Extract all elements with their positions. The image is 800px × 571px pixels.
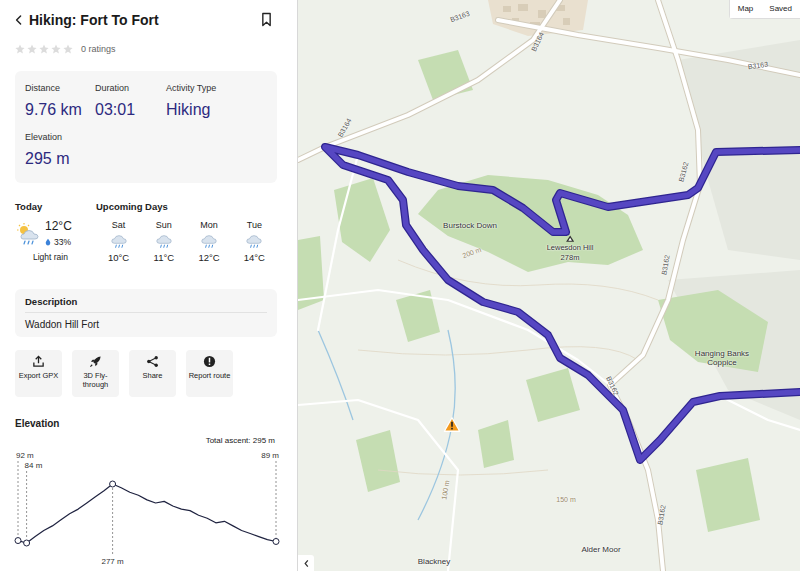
forecast-day: Tue 14°C [232,219,277,264]
stat: Elevation 295 m [25,132,95,169]
rain-cloud-icon [200,234,218,249]
today-temperature: 12°C [45,219,72,234]
export-icon [32,355,45,368]
rain-cloud-icon [245,234,263,249]
day-name: Tue [247,219,262,231]
star-icon[interactable] [39,44,49,54]
sun-cloud-rain-icon [15,222,41,246]
stat-label: Duration [95,83,166,94]
action-button[interactable]: Report route [186,350,233,397]
star-icon[interactable] [51,44,61,54]
upcoming-label: Upcoming Days [96,201,277,213]
stat-value: 9.76 km [25,100,95,120]
bookmark-icon[interactable] [261,12,272,27]
report-icon [203,355,216,368]
elevation-label: 92 m [16,451,34,460]
day-name: Sat [112,219,126,231]
action-label: Export GPX [19,371,59,380]
today-label: Today [15,201,96,213]
action-button[interactable]: 3D Fly-through [72,350,119,397]
day-temperature: 14°C [244,252,265,264]
stat-value: Hiking [166,100,267,120]
elevation-label: 277 m [101,557,124,566]
map-label: Alder Moor [581,545,620,554]
route-title: Hiking: Fort To Fort [29,12,255,28]
map-label: 278m [561,254,580,263]
stat: Activity Type Hiking [166,83,267,120]
weather-today: Today 12°C 33% Light rain [15,201,96,277]
day-temperature: 10°C [108,252,129,264]
map-label: Blackney [418,557,450,566]
day-name: Mon [200,219,218,231]
map-label: Lewesdon Hill [547,244,594,253]
elevation-line [18,484,276,543]
star-icon[interactable] [15,44,25,54]
map-label: 150 m [556,496,575,504]
share-icon [146,355,159,368]
forecast-day: Mon 12°C [187,219,232,264]
star-icon[interactable] [27,44,37,54]
day-temperature: 12°C [199,252,220,264]
stats-card: Distance 9.76 kmDuration 03:01Activity Typ… [15,71,277,183]
forecast-day: Sat 10°C [96,219,141,264]
route-line [325,147,800,460]
weather: Today 12°C 33% Light rain Upcoming Days Sat 10… [15,201,277,277]
route-details-panel: Hiking: Fort To Fort 0 ratings Distance 9.7… [0,0,298,571]
action-label: Share [142,371,162,380]
day-temperature: 11°C [154,252,175,264]
rain-cloud-icon [155,234,173,249]
elevation-marker: 84 m [24,461,43,546]
peak-icon [565,235,574,243]
elevation-label: 89 m [261,451,279,460]
map-control-button[interactable]: Map [730,0,762,18]
map-canvas[interactable] [298,0,800,571]
stat-label: Distance [25,83,95,94]
rocket-icon [89,355,102,368]
stat-value: 03:01 [95,100,166,120]
weather-condition: Light rain [15,252,96,262]
stat-label: Activity Type [166,83,267,94]
elevation-section: Elevation Total ascent: 295 m 92 m84 m 277 … [15,417,277,571]
stat-label: Elevation [25,132,95,143]
elevation-label: 84 m [25,461,43,470]
map-control-button[interactable]: Saved [761,0,800,18]
stat-value: 295 m [25,149,95,169]
back-arrow-icon[interactable] [15,14,23,26]
warning-icon[interactable] [443,416,461,433]
raindrop-icon [45,238,51,246]
elevation-marker: 89 m [261,451,279,544]
description-text: Waddon Hill Fort [25,313,267,331]
map-controls: MapSaved [729,0,800,19]
elevation-marker: 277 m [101,481,124,566]
map-label: Burstock Down [443,221,497,230]
map[interactable]: B3163 B3164 B3163 B3164 B3162 B3162 B316… [298,0,800,571]
app-root: Hiking: Fort To Fort 0 ratings Distance 9.7… [0,0,800,571]
action-button[interactable]: Export GPX [15,350,62,397]
elevation-chart: 92 m84 m 277 m 89 m [12,446,280,571]
action-label: Report route [189,371,231,380]
description-card: DescriptionWaddon Hill Fort [15,289,277,337]
collapse-panel-button[interactable] [298,555,314,571]
action-label: 3D Fly-through [74,371,117,389]
rating: 0 ratings [15,39,277,59]
description-label: Description [25,295,267,313]
map-label: Hanging Banks Coppice [685,349,759,367]
rating-count: 0 ratings [81,44,116,54]
action-button[interactable]: Share [129,350,176,397]
day-name: Sun [156,219,172,231]
stat: Duration 03:01 [95,83,166,120]
action-buttons: Export GPX 3D Fly-through Share Report rout… [15,350,277,397]
forecast-day: Sun 11°C [141,219,186,264]
chevron-left-icon [303,559,310,568]
stat: Distance 9.76 km [25,83,95,120]
weather-upcoming: Upcoming Days Sat 10°C Sun 11°C Mon 12°C Tue 14°… [96,201,277,277]
header: Hiking: Fort To Fort [15,0,277,39]
rain-chance: 33% [45,236,72,248]
total-ascent: Total ascent: 295 m [15,436,275,446]
star-icon[interactable] [63,44,73,54]
rain-cloud-icon [110,234,128,249]
elevation-title: Elevation [15,417,277,430]
